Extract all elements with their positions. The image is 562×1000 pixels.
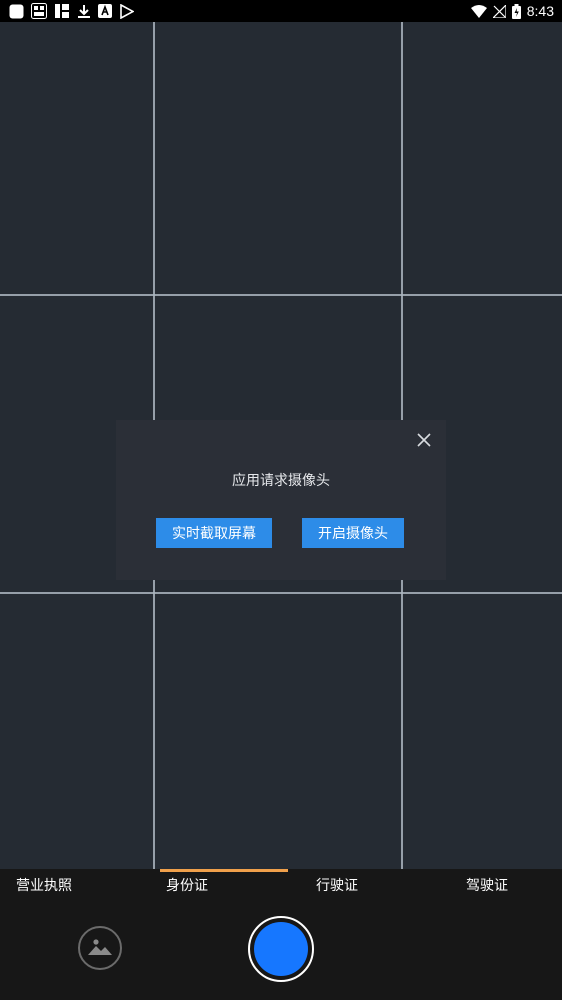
tab-vehicle-license[interactable]: 行驶证	[316, 875, 358, 895]
camera-viewfinder: 应用请求摄像头 实时截取屏幕 开启摄像头	[0, 22, 562, 869]
close-icon[interactable]	[416, 432, 432, 448]
bottom-panel: 营业执照 身份证 行驶证 驾驶证	[0, 869, 562, 1000]
grid-line-horizontal	[0, 294, 562, 296]
signal-icon	[492, 4, 506, 18]
tab-driver-license[interactable]: 驾驶证	[466, 875, 508, 895]
screen-capture-button[interactable]: 实时截取屏幕	[156, 518, 272, 548]
battery-charging-icon	[511, 3, 521, 19]
app-icon	[9, 4, 24, 19]
wifi-icon	[470, 4, 487, 18]
image-icon	[87, 935, 113, 961]
gallery-button[interactable]	[78, 926, 122, 970]
dialog-message: 应用请求摄像头	[232, 473, 330, 489]
play-store-icon	[119, 3, 134, 19]
status-time: 8:43	[526, 3, 554, 19]
bao-app-icon	[54, 3, 70, 19]
tab-business-license[interactable]: 营业执照	[16, 875, 72, 895]
a-app-icon	[98, 4, 112, 18]
shutter-button[interactable]	[248, 916, 314, 982]
open-camera-button[interactable]: 开启摄像头	[302, 518, 404, 548]
news-app-icon	[31, 3, 47, 19]
status-bar: 8:43	[0, 0, 562, 22]
shutter-inner	[254, 922, 308, 976]
document-type-tabs: 营业执照 身份证 行驶证 驾驶证	[0, 869, 562, 899]
active-tab-indicator	[160, 869, 288, 872]
tab-id-card[interactable]: 身份证	[166, 875, 208, 895]
grid-line-horizontal	[0, 592, 562, 594]
download-icon	[77, 4, 91, 19]
camera-permission-dialog: 应用请求摄像头 实时截取屏幕 开启摄像头	[116, 420, 446, 580]
